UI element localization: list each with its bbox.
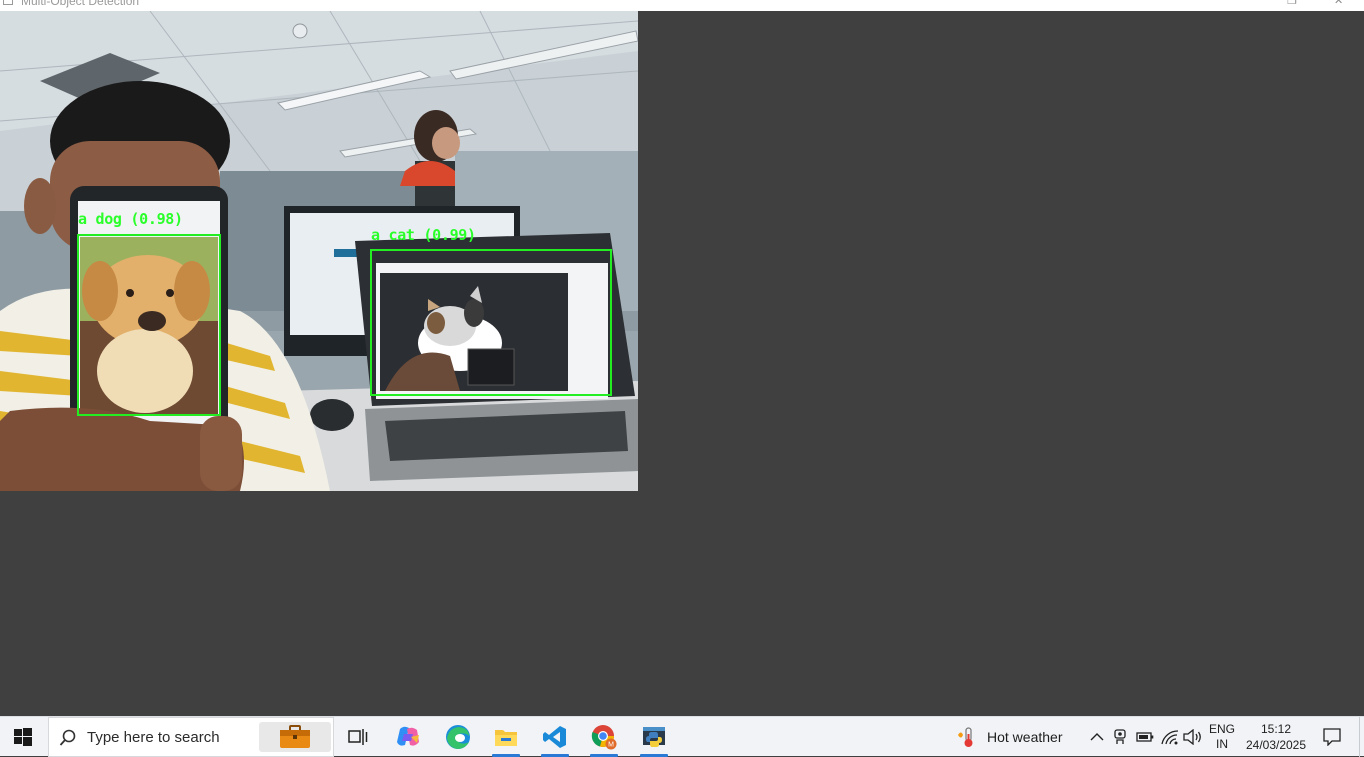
detection-box-dog [77, 234, 221, 416]
svg-text:M: M [608, 742, 614, 749]
battery-icon [1136, 732, 1154, 742]
window-client-area: a dog (0.98) a cat (0.99) [0, 11, 1364, 716]
language-line2: IN [1216, 737, 1228, 751]
task-view-icon [348, 729, 368, 745]
detection-box-cat [370, 249, 612, 396]
vscode-button[interactable] [535, 717, 575, 757]
search-placeholder: Type here to search [87, 729, 220, 746]
language-line1: ENG [1208, 722, 1235, 736]
weather-widget[interactable]: Hot weather [952, 717, 1074, 757]
clock-time: 15:12 [1260, 722, 1292, 736]
thermometer-icon [958, 727, 973, 747]
volume-button[interactable] [1182, 717, 1204, 757]
show-hidden-icons-button[interactable] [1087, 717, 1107, 757]
language-indicator[interactable]: ENG IN [1205, 717, 1239, 757]
taskbar: Type here to search M Hot weather ENG IN… [0, 716, 1364, 757]
edge-icon [446, 725, 470, 749]
notifications-button[interactable] [1316, 717, 1348, 757]
weather-text: Hot weather [987, 729, 1063, 745]
notification-icon [1323, 728, 1341, 746]
start-button[interactable] [0, 717, 46, 757]
start-icon [14, 728, 32, 746]
copilot-icon [397, 726, 419, 746]
chrome-button[interactable]: M [584, 717, 624, 757]
python-button[interactable] [634, 717, 674, 757]
detection-label-cat: a cat (0.99) [371, 226, 476, 244]
python-icon [643, 727, 665, 747]
copilot-button[interactable] [388, 717, 428, 757]
show-desktop-button[interactable] [1359, 717, 1364, 757]
meet-now-button[interactable] [1110, 717, 1132, 757]
file-explorer-button[interactable] [486, 717, 526, 757]
close-button[interactable]: ✕ [1334, 0, 1343, 7]
window-title: Multi-Object Detection [21, 0, 140, 8]
detection-label-dog: a dog (0.98) [78, 210, 183, 228]
work-briefcase-icon [280, 725, 310, 748]
battery-button[interactable] [1134, 717, 1156, 757]
restore-button[interactable]: ❐ [1287, 0, 1297, 7]
task-view-button[interactable] [340, 717, 376, 757]
chevron-up-icon [1090, 733, 1104, 741]
search-icon [59, 729, 76, 746]
wifi-icon [1161, 730, 1179, 745]
vscode-icon [543, 726, 566, 748]
meet-now-icon [1114, 729, 1126, 744]
taskbar-search-box[interactable]: Type here to search [48, 717, 334, 757]
search-highlight[interactable] [259, 722, 331, 752]
clock[interactable]: 15:12 24/03/2025 [1240, 717, 1312, 757]
edge-button[interactable] [438, 717, 478, 757]
app-window-icon [3, 0, 13, 5]
network-button[interactable] [1158, 717, 1182, 757]
clock-date: 24/03/2025 [1245, 738, 1307, 752]
file-explorer-icon [495, 730, 517, 746]
camera-frame: a dog (0.98) a cat (0.99) [0, 11, 638, 491]
window-title-bar[interactable]: Multi-Object Detection ❐ ✕ [0, 0, 1364, 11]
volume-icon [1183, 729, 1201, 745]
chrome-icon: M [591, 725, 617, 750]
